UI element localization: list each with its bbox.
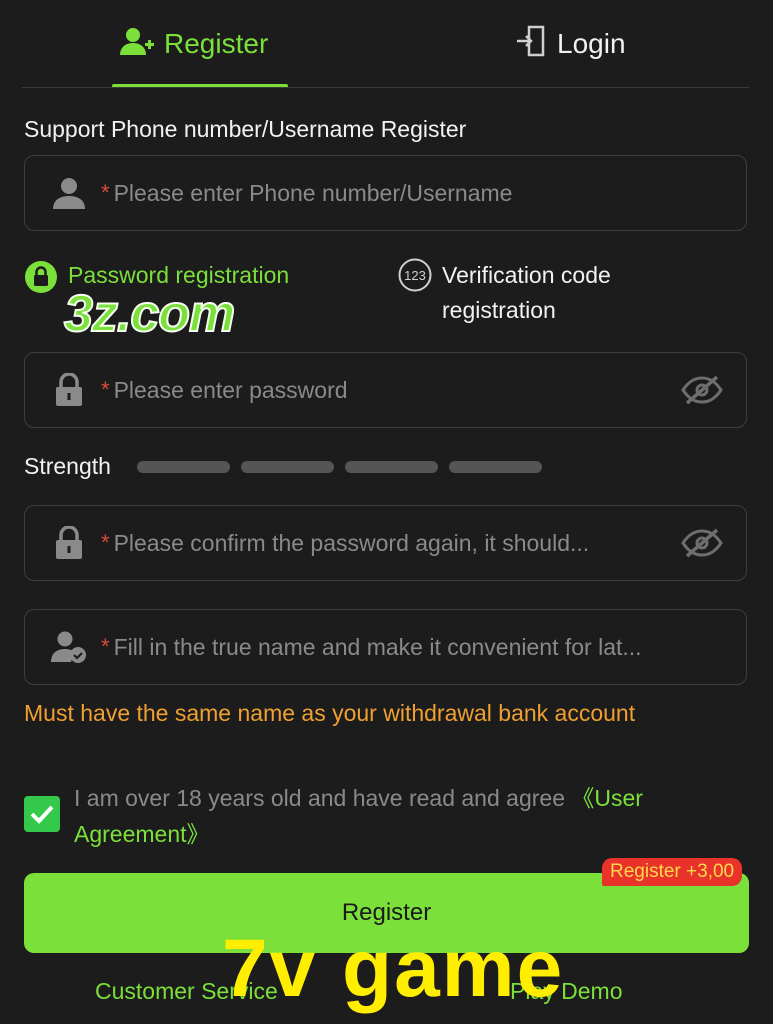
lock-icon [49,370,89,410]
agreement-text: I am over 18 years old and have read and… [74,780,744,852]
user-icon [49,173,89,213]
strength-bar-1 [137,461,230,473]
agreement-row: I am over 18 years old and have read and… [24,780,744,852]
tab-register[interactable]: Register [120,22,268,66]
mode-code-label: Verification code registration [442,262,611,323]
real-name-warning: Must have the same name as your withdraw… [24,700,636,726]
agreement-checkbox[interactable] [24,796,60,832]
username-input[interactable] [111,178,746,208]
numeric-123-icon: 123 [398,258,432,328]
support-label: Support Phone number/Username Register [24,116,467,142]
watermark-overlay: 3z.com [63,284,236,344]
real-name-input[interactable] [111,632,746,662]
required-mark: * [101,634,110,659]
lock-icon [49,523,89,563]
tab-login[interactable]: Login [515,22,626,66]
tab-login-label: Login [557,28,626,59]
strength-bar-3 [345,461,438,473]
strength-bar-4 [449,461,542,473]
required-mark: * [101,180,110,205]
strength-label: Strength [24,453,111,479]
lock-badge-icon [24,260,58,304]
user-plus-icon [120,26,154,63]
strength-bar-2 [241,461,334,473]
tab-divider [22,87,749,88]
confirm-password-field: * [24,505,747,581]
tab-register-label: Register [164,28,269,59]
eye-slash-icon[interactable] [680,521,724,565]
login-door-icon [515,25,547,64]
real-name-field: * [24,609,747,685]
agreement-statement: I am over 18 years old and have read and… [74,785,572,811]
register-bonus-badge: Register +3,00 [602,858,743,886]
user-check-icon [49,627,89,667]
eye-slash-icon[interactable] [680,368,724,412]
confirm-password-input[interactable] [111,528,680,558]
numeric-123-text: 123 [404,268,426,283]
password-input[interactable] [111,375,680,405]
required-mark: * [101,377,110,402]
checkmark-icon [30,805,54,824]
mode-verification-code[interactable]: 123 Verification code registration [398,258,698,328]
brand-overlay: 7v game [222,923,565,1014]
password-field: * [24,352,747,428]
username-field: * [24,155,747,231]
auth-tabs: Register Login [0,0,773,88]
required-mark: * [101,530,110,555]
